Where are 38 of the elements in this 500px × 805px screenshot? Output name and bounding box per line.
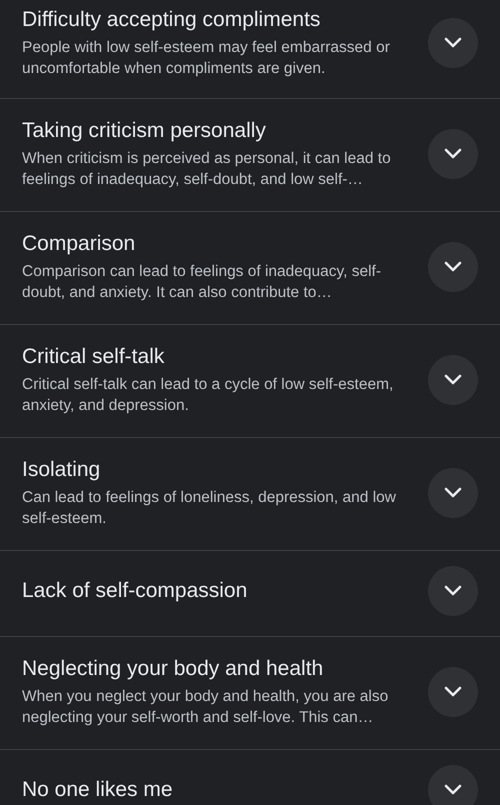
item-title: Comparison bbox=[22, 231, 136, 257]
expand-button[interactable] bbox=[428, 667, 478, 717]
chevron-down-icon bbox=[444, 374, 462, 386]
item-description: When you neglect your body and health, you are also neglecting your self-worth and self-love. This can… bbox=[22, 687, 390, 728]
chevron-down-icon bbox=[444, 37, 462, 49]
accordion-item[interactable]: Taking criticism personally When criticism is perceived as personal, it can lead to feelings of inadequacy, self-doubt, and low self-… bbox=[0, 98, 500, 211]
expand-button[interactable] bbox=[428, 566, 478, 616]
chevron-down-icon bbox=[444, 148, 462, 160]
chevron-down-icon bbox=[444, 261, 462, 273]
item-title: Lack of self-compassion bbox=[22, 578, 248, 604]
item-description: Can lead to feelings of loneliness, depression, and low self-esteem. bbox=[22, 488, 397, 529]
accordion-item[interactable]: Isolating Can lead to feelings of loneliness, depression, and low self-esteem. bbox=[0, 437, 500, 550]
chevron-down-icon bbox=[444, 686, 462, 698]
accordion-item[interactable]: Neglecting your body and health When you neglect your body and health, you are also neglecting your self-worth and self-love. This can… bbox=[0, 636, 500, 749]
item-description: Critical self-talk can lead to a cycle of low self-esteem, anxiety, and depression. bbox=[22, 375, 394, 416]
accordion-item[interactable]: Difficulty accepting compliments People with low self-esteem may feel embarrassed or uncomfortable when compliments are given. bbox=[0, 0, 500, 98]
chevron-down-icon bbox=[444, 487, 462, 499]
item-title: Neglecting your body and health bbox=[22, 656, 324, 682]
item-title: Critical self-talk bbox=[22, 344, 166, 370]
accordion-item[interactable]: No one likes me bbox=[0, 749, 500, 805]
item-title: Isolating bbox=[22, 457, 102, 483]
expand-button[interactable] bbox=[428, 765, 478, 805]
accordion-item[interactable]: Critical self-talk Critical self-talk can lead to a cycle of low self-esteem, anxiety, and depression. bbox=[0, 324, 500, 437]
item-description: Comparison can lead to feelings of inadequacy, self-doubt, and anxiety. It can also contribute to… bbox=[22, 262, 382, 303]
expand-button[interactable] bbox=[428, 18, 478, 68]
accordion-item[interactable]: Comparison Comparison can lead to feelings of inadequacy, self-doubt, and anxiety. It can also contribute to… bbox=[0, 211, 500, 324]
expand-button[interactable] bbox=[428, 129, 478, 179]
expand-button[interactable] bbox=[428, 468, 478, 518]
item-description: People with low self-esteem may feel embarrassed or uncomfortable when compliments are given. bbox=[22, 38, 391, 79]
chevron-down-icon bbox=[444, 784, 462, 796]
expand-button[interactable] bbox=[428, 242, 478, 292]
expand-button[interactable] bbox=[428, 355, 478, 405]
item-title: No one likes me bbox=[22, 777, 173, 803]
item-description: When criticism is perceived as personal, it can lead to feelings of inadequacy, self-doubt, and low self-… bbox=[22, 149, 392, 190]
chevron-down-icon bbox=[444, 585, 462, 597]
accordion-item[interactable]: Lack of self-compassion bbox=[0, 550, 500, 636]
item-title: Taking criticism personally bbox=[22, 118, 267, 144]
item-title: Difficulty accepting compliments bbox=[22, 7, 322, 33]
